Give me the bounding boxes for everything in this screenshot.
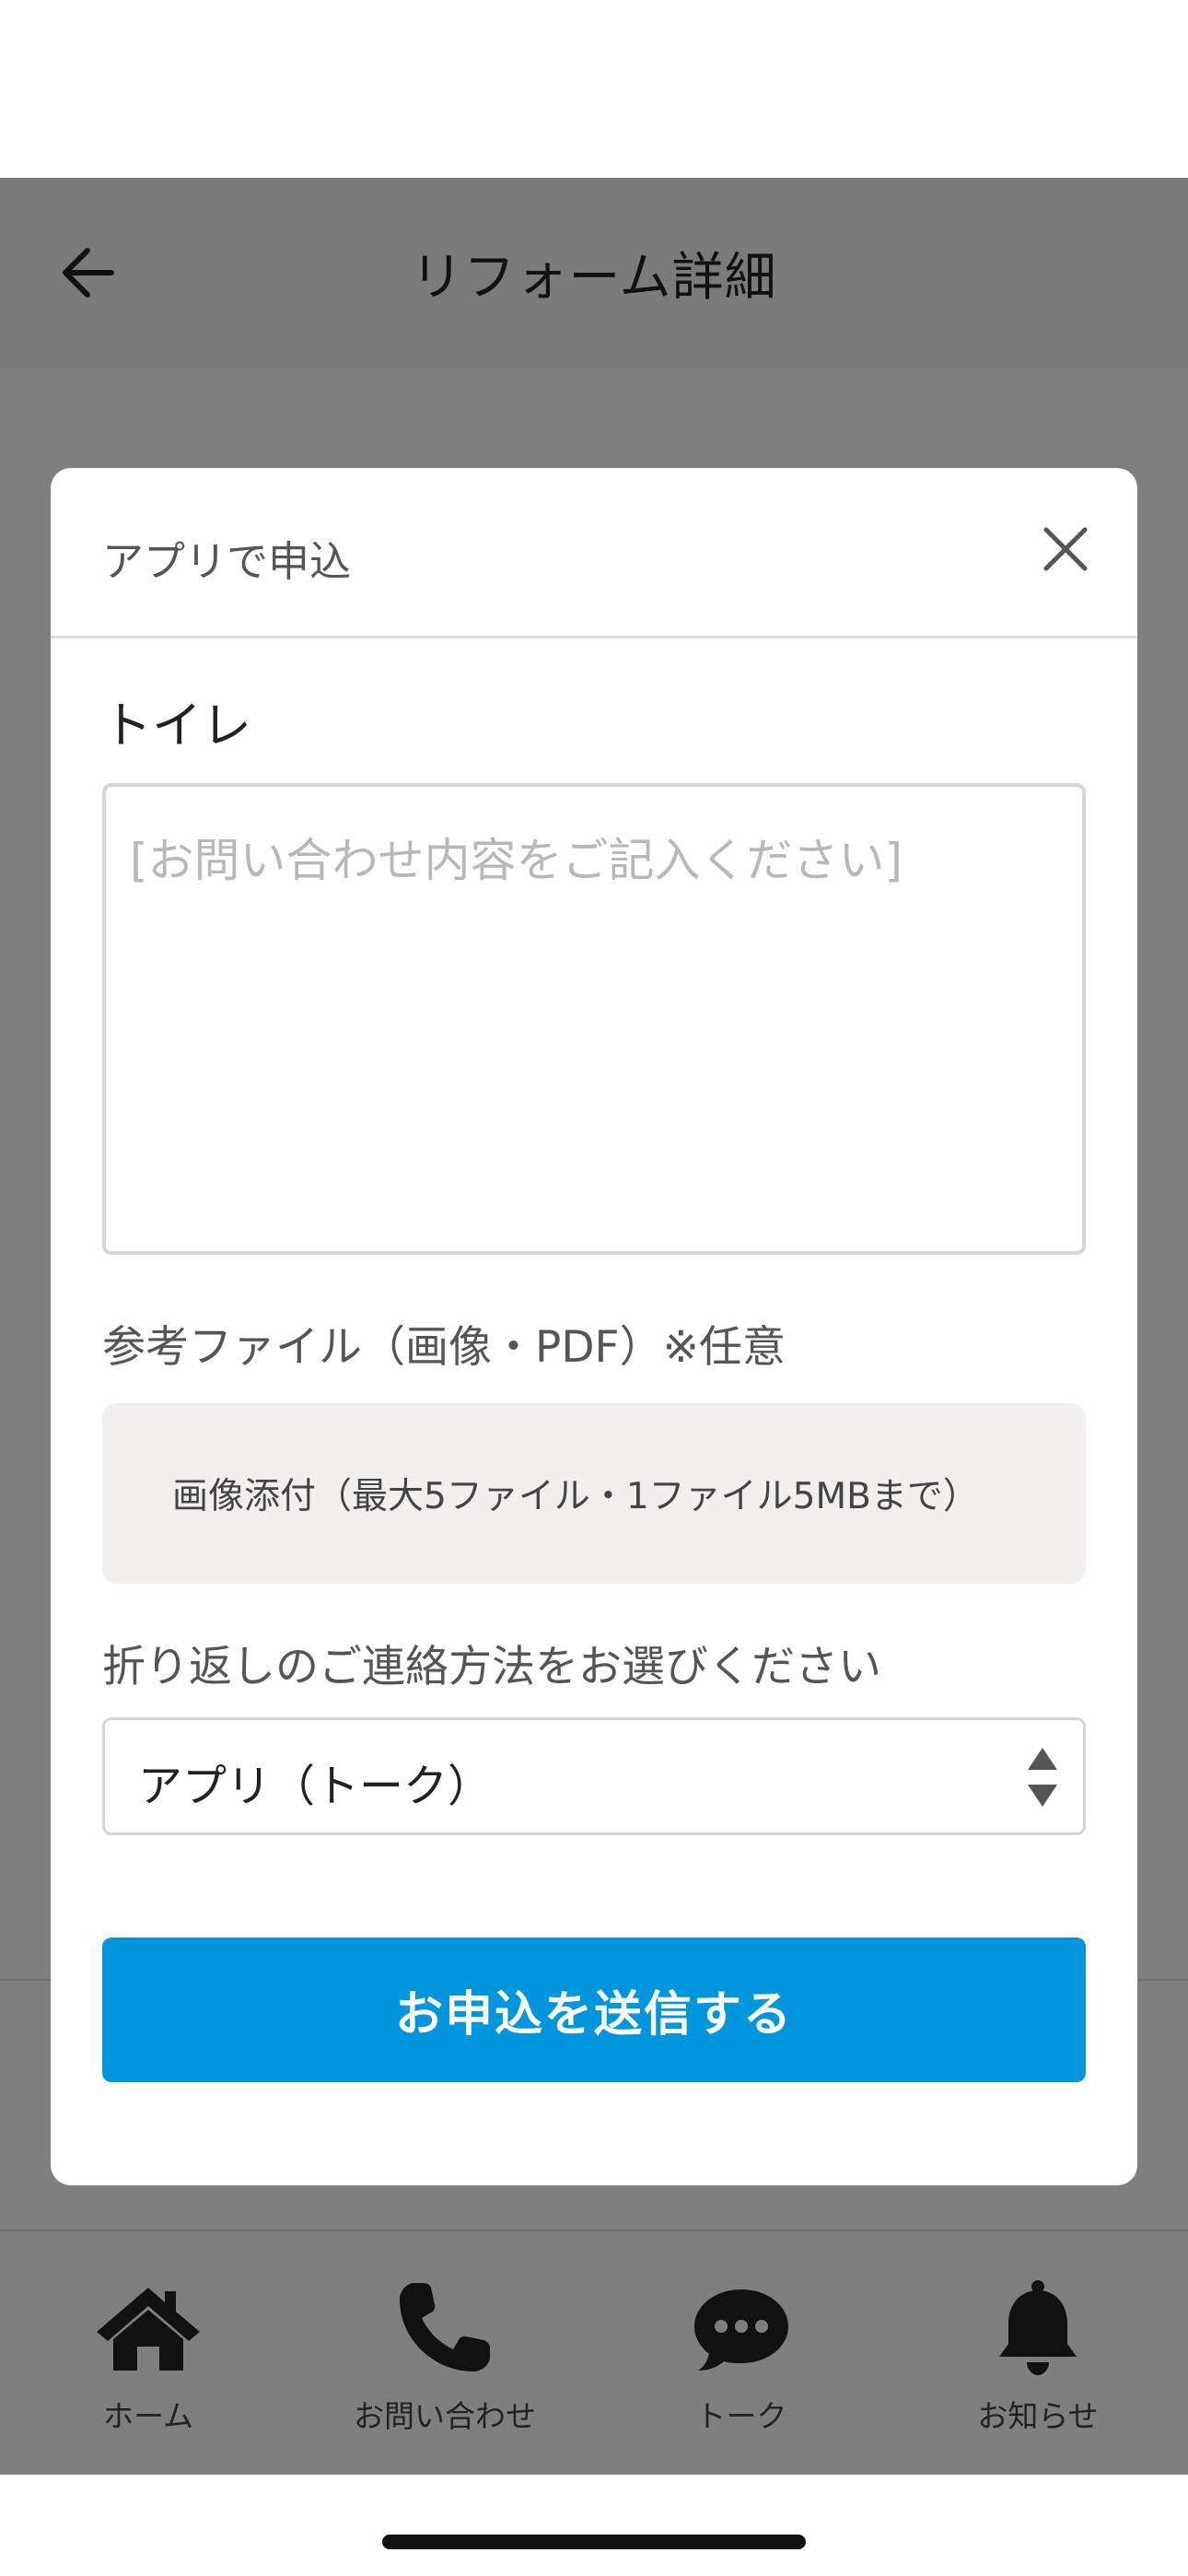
home-indicator-area: [0, 2475, 1188, 2576]
select-arrows-icon: [1028, 1748, 1057, 1807]
app-screen: リフォーム詳細 ホーム お問い合わせ: [0, 0, 1188, 2576]
apply-modal: アプリで申込 トイレ [お問い合わせ内容をご記入ください] 参考ファイル（画像・…: [51, 468, 1137, 2185]
close-icon: [1043, 527, 1088, 571]
contact-method-value: アプリ（トーク）: [138, 1761, 493, 1812]
image-attach-button[interactable]: 画像添付（最大5ファイル・1ファイル5MBまで）: [102, 1403, 1086, 1584]
status-bar: [0, 0, 1188, 178]
close-button[interactable]: [1029, 512, 1102, 586]
file-label: 参考ファイル（画像・PDF）※任意: [102, 1322, 786, 1373]
home-indicator[interactable]: [382, 2535, 806, 2549]
image-attach-label: 画像添付（最大5ファイル・1ファイル5MBまで）: [172, 1476, 979, 1517]
modal-title: アプリで申込: [102, 537, 352, 586]
contact-method-label: 折り返しのご連絡方法をお選びください: [102, 1642, 881, 1692]
contact-method-select[interactable]: アプリ（トーク）: [102, 1717, 1086, 1835]
inquiry-placeholder: [お問い合わせ内容をご記入ください]: [130, 834, 903, 887]
item-name: トイレ: [102, 697, 251, 755]
inquiry-textarea[interactable]: [お問い合わせ内容をご記入ください]: [102, 783, 1086, 1255]
modal-header: アプリで申込: [51, 468, 1137, 638]
submit-button[interactable]: お申込を送信する: [102, 1938, 1086, 2082]
